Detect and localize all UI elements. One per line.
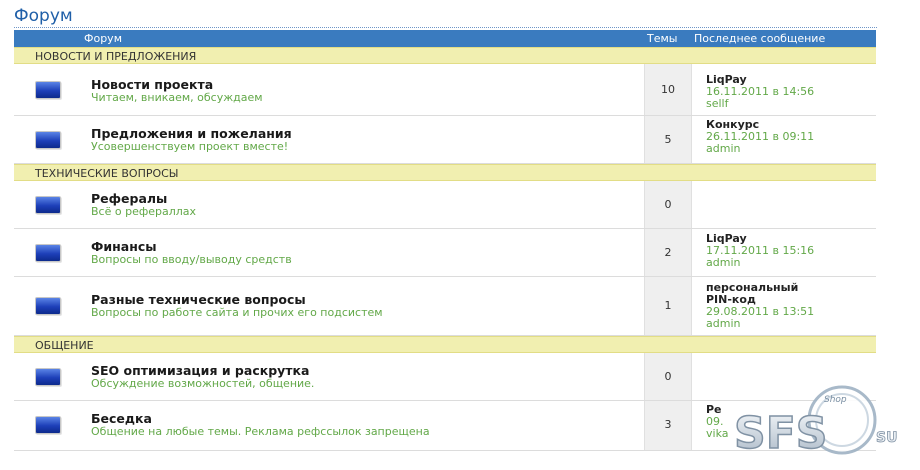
forum-row: Финансы Вопросы по вводу/выводу средств … bbox=[14, 229, 876, 277]
header-forum: Форум bbox=[84, 32, 122, 45]
forum-folder-icon bbox=[35, 368, 61, 386]
page-title: Форум bbox=[14, 6, 73, 26]
forum-folder-icon bbox=[35, 416, 61, 434]
topics-count-cell: 0 bbox=[644, 181, 692, 228]
topics-count-cell: 3 bbox=[644, 401, 692, 450]
forum-link[interactable]: Предложения и пожелания bbox=[91, 126, 292, 141]
topics-count: 10 bbox=[661, 83, 675, 96]
watermark-tld: SU bbox=[876, 430, 897, 446]
forum-description: Вопросы по вводу/выводу средств bbox=[91, 253, 292, 266]
forum-row: Рефералы Всё о рефераллах 0 bbox=[14, 181, 876, 229]
forum-row: Предложения и пожелания Усовершенствуем … bbox=[14, 116, 876, 164]
topics-count: 0 bbox=[664, 370, 672, 383]
last-post: Ре 09. vika bbox=[706, 404, 728, 440]
last-post-author[interactable]: admin bbox=[706, 143, 814, 155]
category-chat[interactable]: ОБЩЕНИЕ bbox=[14, 336, 876, 353]
last-post: персональный PIN-код 29.08.2011 в 13:51 … bbox=[706, 282, 814, 330]
category-tech[interactable]: ТЕХНИЧЕСКИЕ ВОПРОСЫ bbox=[14, 164, 876, 181]
forum-description: Обсуждение возможностей, общение. bbox=[91, 377, 315, 390]
last-post: LiqPay 16.11.2011 в 14:56 sellf bbox=[706, 74, 814, 110]
topics-count-cell: 5 bbox=[644, 116, 692, 163]
forum-folder-icon bbox=[35, 131, 61, 149]
forum-link[interactable]: Беседка bbox=[91, 411, 152, 426]
topics-count: 5 bbox=[664, 133, 672, 146]
forum-folder-icon bbox=[35, 297, 61, 315]
forum-folder-icon bbox=[35, 196, 61, 214]
table-header: Форум Темы Последнее сообщение bbox=[14, 30, 876, 47]
forum-description: Усовершенствуем проект вместе! bbox=[91, 140, 289, 153]
forum-row: Новости проекта Читаем, вникаем, обсужда… bbox=[14, 64, 876, 116]
forum-link[interactable]: Новости проекта bbox=[91, 77, 213, 92]
forum-link[interactable]: SEO оптимизация и раскрутка bbox=[91, 363, 309, 378]
forum-link[interactable]: Рефералы bbox=[91, 191, 167, 206]
category-news[interactable]: НОВОСТИ И ПРЕДЛОЖЕНИЯ bbox=[14, 47, 876, 64]
last-post: LiqPay 17.11.2011 в 15:16 admin bbox=[706, 233, 814, 269]
last-post-author[interactable]: vika bbox=[706, 428, 728, 440]
forum-description: Всё о рефераллах bbox=[91, 205, 197, 218]
topics-count: 3 bbox=[664, 418, 672, 431]
forum-row: Разные технические вопросы Вопросы по ра… bbox=[14, 277, 876, 336]
topics-count: 0 bbox=[664, 198, 672, 211]
forum-folder-icon bbox=[35, 81, 61, 99]
forum-folder-icon bbox=[35, 244, 61, 262]
topics-count-cell: 1 bbox=[644, 277, 692, 335]
topics-count-cell: 0 bbox=[644, 353, 692, 400]
watermark-brand: SFS bbox=[734, 408, 827, 459]
topics-count: 2 bbox=[664, 246, 672, 259]
last-post: Конкурс 26.11.2011 в 09:11 admin bbox=[706, 119, 814, 155]
site-watermark-logo: Shop SFS SU bbox=[733, 385, 898, 460]
last-post-author[interactable]: admin bbox=[706, 318, 814, 330]
last-post-author[interactable]: sellf bbox=[706, 98, 814, 110]
topics-count-cell: 10 bbox=[644, 64, 692, 115]
last-post-author[interactable]: admin bbox=[706, 257, 814, 269]
title-divider bbox=[14, 27, 877, 28]
topics-count: 1 bbox=[664, 299, 672, 312]
forum-description: Читаем, вникаем, обсуждаем bbox=[91, 91, 263, 104]
header-last-post: Последнее сообщение bbox=[694, 32, 826, 45]
watermark-badge: Shop bbox=[824, 395, 847, 405]
forum-description: Общение на любые темы. Реклама рефссылок… bbox=[91, 425, 430, 438]
header-topics: Темы bbox=[647, 32, 678, 45]
topics-count-cell: 2 bbox=[644, 229, 692, 276]
forum-link[interactable]: Финансы bbox=[91, 239, 157, 254]
forum-description: Вопросы по работе сайта и прочих его под… bbox=[91, 306, 383, 319]
forum-link[interactable]: Разные технические вопросы bbox=[91, 292, 306, 307]
